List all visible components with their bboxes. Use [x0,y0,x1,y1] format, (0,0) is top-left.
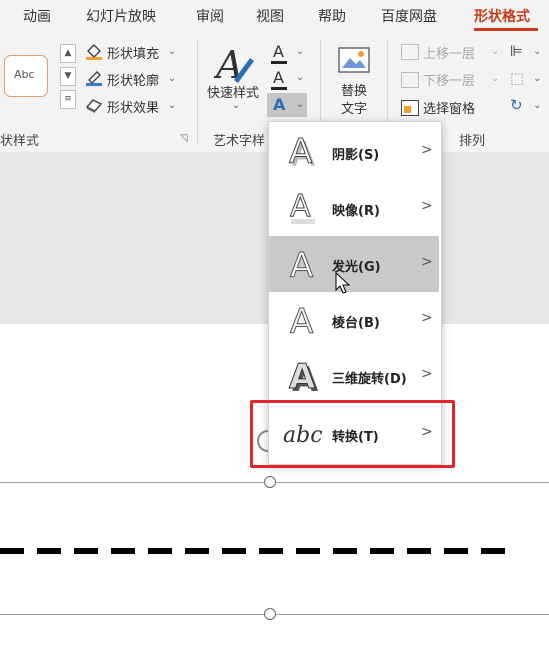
chevron-down-icon[interactable]: ⌄ [168,73,176,84]
shape-styles-group-label: 状样式 [0,134,40,149]
reflection-a-icon: A [290,189,315,225]
mouse-pointer-icon [335,272,351,294]
glow-a-icon: A [290,246,314,285]
svg-text:A: A [289,357,316,396]
3d-rotation-a-icon: A A [289,357,320,397]
align-icon[interactable]: ⊫ [510,42,523,60]
menu-item-glow[interactable]: A 发光(G) > [269,236,439,292]
text-effects-icon: A [273,95,286,114]
tab-slideshow[interactable]: 幻灯片放映 [86,6,156,26]
send-backward-icon [401,72,419,88]
active-tab-indicator [474,28,538,31]
text-fill-color-bar [271,61,287,64]
svg-text:A: A [289,132,312,172]
chevron-right-icon: > [421,310,433,326]
tab-view[interactable]: 视图 [256,6,284,26]
quick-styles-button[interactable]: 快速样式 [207,82,259,101]
tab-shape-format[interactable]: 形状格式 [474,6,530,26]
svg-text:A: A [290,189,311,224]
menu-item-reflection[interactable]: A 映像(R) > [269,180,439,236]
scroll-down-icon[interactable]: ▼ [60,67,76,86]
chevron-down-icon: ⌄ [296,99,305,110]
alt-text-button-line1[interactable]: 替换 [341,80,367,99]
quick-styles-icon: A [214,44,254,86]
text-outline-color-bar [271,87,287,90]
group-objects-icon[interactable]: ⬚ [510,69,524,87]
chevron-right-icon: > [421,198,433,214]
dashed-line-shape[interactable] [0,548,516,554]
chevron-right-icon: > [421,142,433,158]
chevron-right-icon: > [421,254,433,270]
resize-handle-bottom[interactable] [264,608,276,620]
chevron-down-icon[interactable]: ⌄ [232,100,240,111]
menu-item-shadow[interactable]: A A 阴影(S) > [269,124,439,180]
more-styles-icon[interactable]: ≡ [60,90,76,109]
chevron-down-icon[interactable]: ⌄ [296,72,304,83]
send-backward-button[interactable]: 下移一层 [423,70,475,89]
text-outline-icon[interactable]: A [273,68,284,87]
text-fill-icon[interactable]: A [273,42,284,61]
bevel-a-icon: A [290,302,314,341]
chevron-down-icon[interactable]: ⌄ [168,46,176,57]
selection-pane-button[interactable]: 选择窗格 [423,98,475,117]
tab-review[interactable]: 审阅 [196,6,224,26]
dialog-launcher-icon[interactable]: ◹ [180,133,188,144]
menu-item-3d-rotation[interactable]: A A 三维旋转(D) > [269,348,439,404]
chevron-down-icon[interactable]: ⌄ [296,46,304,57]
pen-outline-icon [86,71,102,86]
chevron-down-icon[interactable]: ⌄ [491,73,499,84]
alt-text-icon [338,47,370,73]
resize-handle-top[interactable] [264,476,276,488]
chevron-down-icon[interactable]: ⌄ [533,73,541,84]
rotate-icon[interactable]: ↻ [510,96,523,114]
alt-text-button-line2[interactable]: 文字 [341,98,367,117]
chevron-right-icon: > [421,366,433,382]
art-text-group-label: 艺术字样 [213,134,266,149]
paint-bucket-icon [86,44,102,60]
ribbon-divider [197,40,198,144]
menu-item-label: 阴影(S) [332,148,380,163]
menu-item-label: 三维旋转(D) [332,372,407,387]
shape-outline-button[interactable]: 形状轮廓 [107,70,159,89]
scroll-up-icon[interactable]: ▲ [60,44,76,63]
shape-fill-button[interactable]: 形状填充 [107,43,159,62]
chevron-down-icon[interactable]: ⌄ [533,46,541,57]
highlight-box [250,400,455,468]
tab-baidu-netdisk[interactable]: 百度网盘 [381,6,437,26]
shape-effects-button[interactable]: 形状效果 [107,97,159,116]
selection-pane-icon-accent [404,106,411,113]
chevron-down-icon[interactable]: ⌄ [533,100,541,111]
svg-text:A: A [290,246,313,284]
arrange-group-label: 排列 [459,134,486,149]
chevron-down-icon[interactable]: ⌄ [168,100,176,111]
tab-animations[interactable]: 动画 [23,6,51,26]
menu-item-label: 棱台(B) [332,316,380,331]
menu-item-bevel[interactable]: A 棱台(B) > [269,292,439,348]
svg-text:A: A [290,302,313,340]
chevron-down-icon[interactable]: ⌄ [491,46,499,57]
shape-style-preview-label: Abc [14,68,35,81]
ribbon-tab-bar: 动画 幻灯片放映 审阅 视图 帮助 百度网盘 形状格式 [0,0,549,32]
bring-forward-icon [401,44,419,60]
shadow-a-icon: A A [289,132,316,172]
bring-forward-button[interactable]: 上移一层 [423,43,475,62]
shape-effects-icon [85,99,103,113]
menu-item-label: 映像(R) [332,204,380,219]
tab-help[interactable]: 帮助 [318,6,346,26]
